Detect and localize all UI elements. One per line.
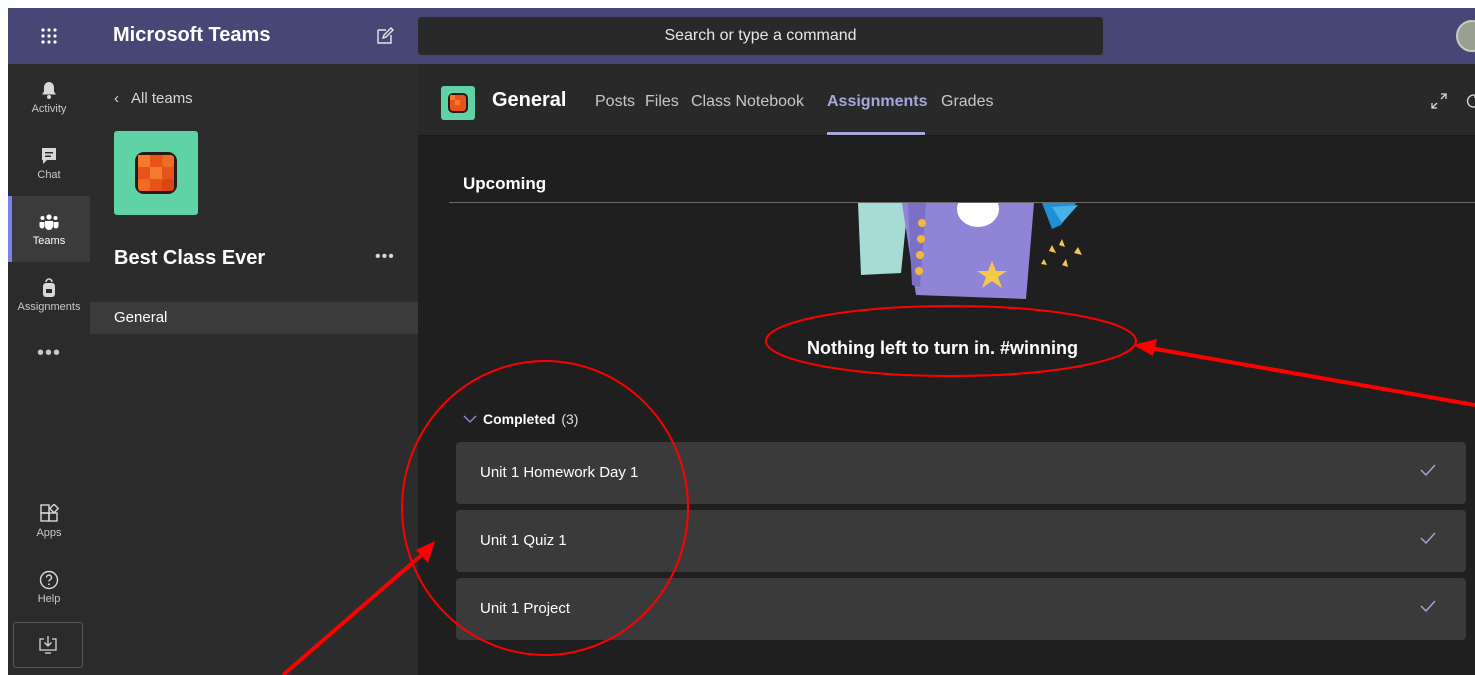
rail-label: Activity [31,102,67,115]
tab-assignments[interactable]: Assignments [827,93,927,111]
app-title: Microsoft Teams [113,24,271,46]
app-rail: Activity Chat Teams Assignments ••• Apps… [8,64,90,675]
channel-item-general[interactable]: General [90,302,418,334]
chevron-down-icon [463,415,477,423]
teams-window: Microsoft Teams Search or type a command… [8,8,1475,675]
rail-label: Teams [32,234,66,247]
top-bar: Microsoft Teams Search or type a command [8,8,1475,64]
rail-more-button[interactable]: ••• [8,342,90,365]
rail-item-chat[interactable]: Chat [8,130,90,196]
checkmark-icon [1420,464,1436,476]
checkmark-icon [1420,532,1436,544]
download-icon [39,636,57,654]
rail-item-teams[interactable]: Teams [8,196,90,262]
app-launcher-button[interactable] [8,8,90,64]
assignment-row[interactable]: Unit 1 Quiz 1 [456,510,1466,572]
chevron-left-icon: ‹ [114,90,119,107]
tab-files[interactable]: Files [645,93,679,111]
tab-posts[interactable]: Posts [595,93,635,111]
assignments-content: Upcoming Nothing left to turn in. #winni… [418,136,1475,675]
assignment-title: Unit 1 Quiz 1 [480,532,567,549]
teams-panel: ‹ All teams Best Class Ever ••• General [90,64,418,675]
avatar[interactable] [1456,20,1475,52]
tab-class-notebook[interactable]: Class Notebook [691,93,804,111]
checkmark-icon [1420,600,1436,612]
compose-icon[interactable] [375,26,395,46]
notebook-illustration [858,203,1082,299]
download-app-button[interactable] [13,622,83,668]
empty-state-message: Nothing left to turn in. #winning [807,338,1078,358]
assignment-row[interactable]: Unit 1 Homework Day 1 [456,442,1466,504]
bell-icon [42,81,56,99]
section-heading-upcoming: Upcoming [463,174,547,193]
channel-header: General Posts Files Class Notebook Assig… [418,64,1475,136]
completed-section-toggle[interactable]: Completed (3) [463,411,578,427]
assignment-title: Unit 1 Homework Day 1 [480,464,639,481]
channel-icon [441,86,475,120]
help-icon [39,570,59,589]
team-logo-icon [135,152,177,194]
channel-title: General [492,89,567,111]
expand-icon[interactable] [1430,92,1448,110]
rail-label: Apps [36,526,62,539]
rail-label: Chat [37,168,61,181]
rail-label: Assignments [17,300,81,313]
refresh-icon[interactable] [1464,92,1475,110]
active-tab-indicator [827,132,925,135]
backpack-icon [43,277,55,297]
team-logo [114,131,198,215]
completed-label: Completed [483,411,556,427]
chat-icon [42,147,56,164]
tab-grades[interactable]: Grades [941,93,993,111]
rail-label: Help [37,592,61,605]
rail-item-activity[interactable]: Activity [8,64,90,130]
assignment-row[interactable]: Unit 1 Project [456,578,1466,640]
teams-icon [39,213,59,230]
assignment-title: Unit 1 Project [480,600,571,617]
back-link-label: All teams [131,90,193,107]
waffle-icon [41,28,57,44]
rail-item-assignments[interactable]: Assignments [8,262,90,328]
rail-item-help[interactable]: Help [8,554,90,620]
team-name: Best Class Ever [114,247,266,269]
completed-count: (3) [561,411,579,427]
main-content: General Posts Files Class Notebook Assig… [418,64,1475,675]
team-logo-icon [448,93,468,113]
team-more-options-button[interactable]: ••• [375,248,395,266]
apps-icon [40,503,59,522]
all-teams-link[interactable]: ‹ All teams [114,90,193,107]
rail-item-apps[interactable]: Apps [8,488,90,554]
search-input[interactable]: Search or type a command [418,17,1103,55]
